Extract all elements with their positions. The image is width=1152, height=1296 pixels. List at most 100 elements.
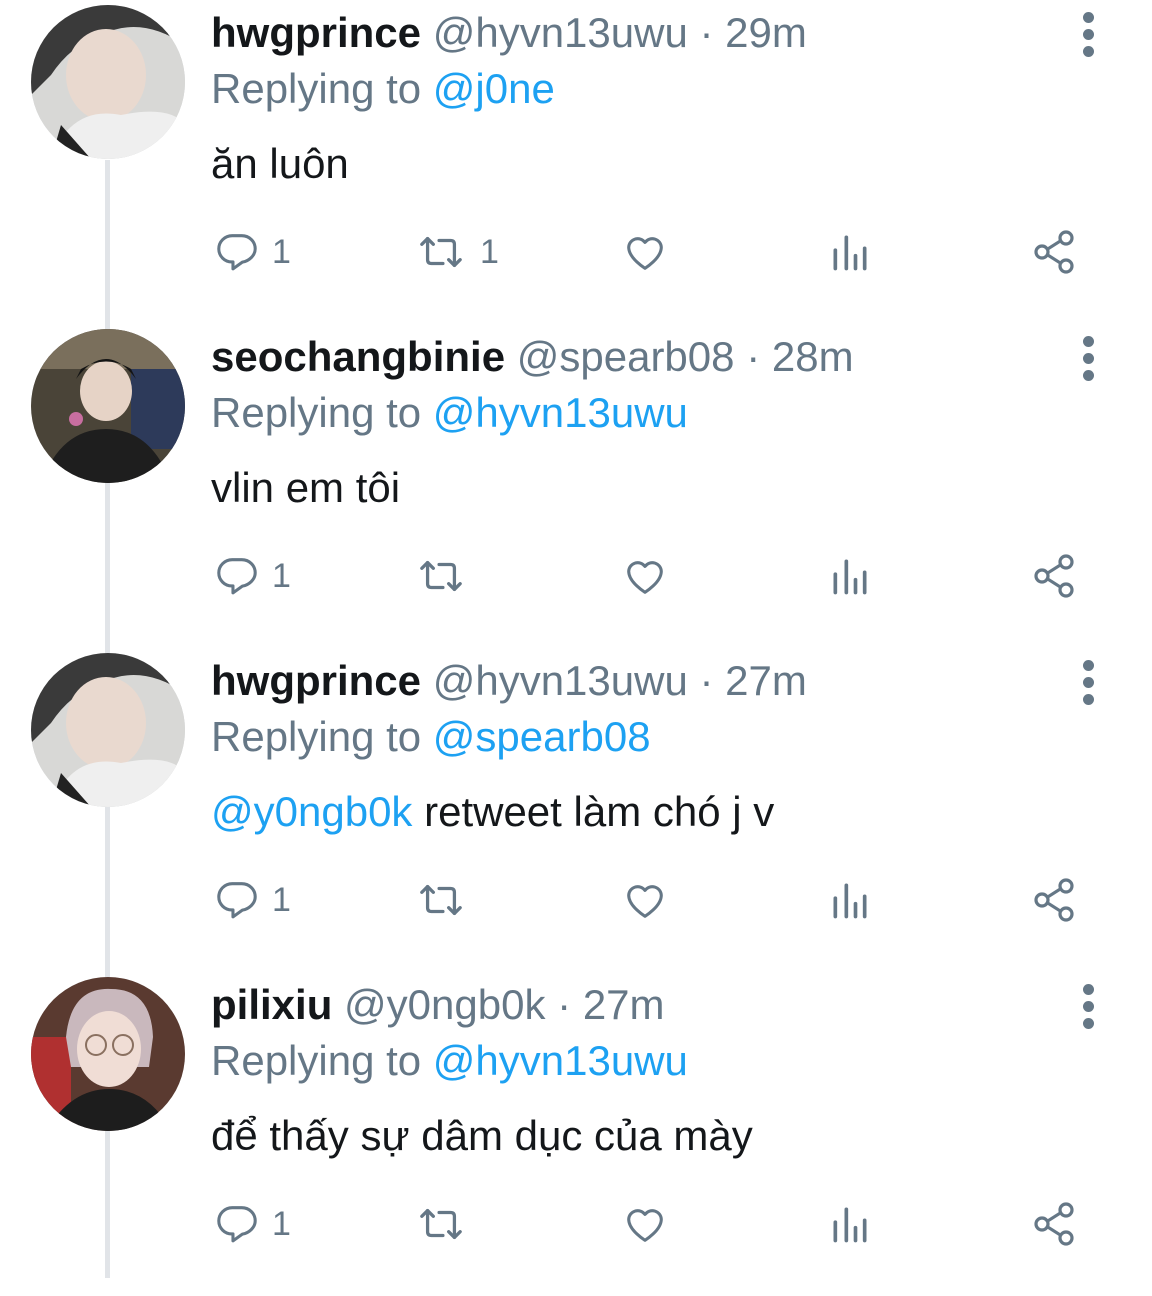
share-button[interactable] bbox=[1030, 1200, 1078, 1248]
tweet[interactable]: seochangbinie @spearb08 · 28m Replying t… bbox=[0, 324, 1152, 648]
reply-button[interactable]: 1 bbox=[214, 228, 291, 276]
reply-icon bbox=[217, 558, 257, 595]
replying-mention-link[interactable]: @j0ne bbox=[433, 65, 555, 112]
replying-mention-link[interactable]: @spearb08 bbox=[433, 713, 651, 760]
tweet[interactable]: hwgprince @hyvn13uwu · 27m Replying to @… bbox=[0, 648, 1152, 972]
stats-icon bbox=[833, 883, 867, 919]
avatar-photo bbox=[31, 653, 185, 807]
user-handle[interactable]: @spearb08 bbox=[517, 333, 735, 380]
like-button[interactable] bbox=[622, 228, 680, 276]
heart-icon bbox=[627, 237, 663, 270]
user-handle[interactable]: @y0ngb0k bbox=[344, 981, 545, 1028]
replying-label: Replying to bbox=[211, 1037, 422, 1084]
avatar-photo bbox=[31, 977, 185, 1131]
avatar[interactable] bbox=[31, 5, 185, 159]
retweet-count: 1 bbox=[480, 233, 499, 271]
replying-to: Replying to @spearb08 bbox=[211, 711, 651, 763]
display-name[interactable]: hwgprince bbox=[211, 9, 421, 56]
user-handle[interactable]: @hyvn13uwu bbox=[433, 657, 688, 704]
tweet[interactable]: pilixiu @y0ngb0k · 27m Replying to @hyvn… bbox=[0, 972, 1152, 1296]
more-vertical-icon[interactable] bbox=[1078, 660, 1098, 705]
heart-icon bbox=[627, 1209, 663, 1242]
tweet[interactable]: hwgprince @hyvn13uwu · 29m Replying to @… bbox=[0, 0, 1152, 324]
display-name[interactable]: seochangbinie bbox=[211, 333, 505, 380]
avatar[interactable] bbox=[31, 329, 185, 483]
reply-count: 1 bbox=[272, 881, 291, 919]
avatar-photo bbox=[31, 5, 185, 159]
retweet-button[interactable] bbox=[414, 876, 480, 924]
display-name[interactable]: hwgprince bbox=[211, 657, 421, 704]
retweet-icon bbox=[420, 1208, 462, 1240]
more-vertical-icon[interactable] bbox=[1078, 336, 1098, 381]
tweet-header: pilixiu @y0ngb0k · 27m bbox=[211, 980, 665, 1030]
reply-button[interactable]: 1 bbox=[214, 1200, 291, 1248]
timestamp[interactable]: 28m bbox=[772, 333, 854, 380]
replying-to: Replying to @hyvn13uwu bbox=[211, 387, 688, 439]
replying-label: Replying to bbox=[211, 713, 422, 760]
reply-count: 1 bbox=[272, 557, 291, 595]
tweet-header: hwgprince @hyvn13uwu · 29m bbox=[211, 8, 807, 58]
tweet-body: để thấy sự dâm dục của mày bbox=[211, 1112, 753, 1159]
like-button[interactable] bbox=[622, 876, 680, 924]
share-button[interactable] bbox=[1030, 228, 1078, 276]
stats-icon bbox=[833, 1207, 867, 1243]
text-mention-link[interactable]: @y0ngb0k bbox=[211, 788, 412, 835]
tweet-text: để thấy sự dâm dục của mày bbox=[211, 1109, 753, 1163]
stats-button[interactable] bbox=[828, 876, 872, 924]
reply-button[interactable]: 1 bbox=[214, 876, 291, 924]
avatar[interactable] bbox=[31, 977, 185, 1131]
like-button[interactable] bbox=[622, 1200, 680, 1248]
avatar-photo bbox=[31, 329, 185, 483]
replying-label: Replying to bbox=[211, 389, 422, 436]
retweet-icon bbox=[420, 236, 462, 268]
retweet-icon bbox=[420, 884, 462, 916]
heart-icon bbox=[627, 561, 663, 594]
timestamp[interactable]: 29m bbox=[725, 9, 807, 56]
display-name[interactable]: pilixiu bbox=[211, 981, 332, 1028]
replying-mention-link[interactable]: @hyvn13uwu bbox=[433, 1037, 688, 1084]
share-icon bbox=[1034, 878, 1074, 922]
share-button[interactable] bbox=[1030, 552, 1078, 600]
reply-icon bbox=[217, 234, 257, 271]
stats-button[interactable] bbox=[828, 1200, 872, 1248]
replying-label: Replying to bbox=[211, 65, 422, 112]
avatar[interactable] bbox=[31, 653, 185, 807]
timestamp[interactable]: 27m bbox=[583, 981, 665, 1028]
share-button[interactable] bbox=[1030, 876, 1078, 924]
retweet-button[interactable]: 1 bbox=[414, 228, 499, 276]
reply-icon bbox=[217, 1206, 257, 1243]
retweet-button[interactable] bbox=[414, 552, 480, 600]
reply-button[interactable]: 1 bbox=[214, 552, 291, 600]
tweet-header: seochangbinie @spearb08 · 28m bbox=[211, 332, 854, 382]
like-button[interactable] bbox=[622, 552, 680, 600]
retweet-button[interactable] bbox=[414, 1200, 480, 1248]
separator: · bbox=[746, 333, 761, 380]
stats-icon bbox=[833, 235, 867, 271]
replying-to: Replying to @j0ne bbox=[211, 63, 555, 115]
heart-icon bbox=[627, 885, 663, 918]
user-handle[interactable]: @hyvn13uwu bbox=[433, 9, 688, 56]
stats-button[interactable] bbox=[828, 552, 872, 600]
stats-button[interactable] bbox=[828, 228, 872, 276]
timestamp[interactable]: 27m bbox=[725, 657, 807, 704]
tweet-text: ăn luôn bbox=[211, 137, 349, 191]
separator: · bbox=[557, 981, 572, 1028]
tweet-body: vlin em tôi bbox=[211, 464, 401, 511]
reply-count: 1 bbox=[272, 233, 291, 271]
more-vertical-icon[interactable] bbox=[1078, 12, 1098, 57]
stats-icon bbox=[833, 559, 867, 595]
share-icon bbox=[1034, 230, 1074, 274]
tweet-text: @y0ngb0k retweet làm chó j v bbox=[211, 785, 774, 839]
tweet-text: vlin em tôi bbox=[211, 461, 400, 515]
reply-count: 1 bbox=[272, 1205, 291, 1243]
share-icon bbox=[1034, 554, 1074, 598]
more-vertical-icon[interactable] bbox=[1078, 984, 1098, 1029]
replying-mention-link[interactable]: @hyvn13uwu bbox=[433, 389, 688, 436]
tweet-header: hwgprince @hyvn13uwu · 27m bbox=[211, 656, 807, 706]
separator: · bbox=[699, 9, 714, 56]
replying-to: Replying to @hyvn13uwu bbox=[211, 1035, 688, 1087]
tweet-body: ăn luôn bbox=[211, 140, 349, 187]
retweet-icon bbox=[420, 560, 462, 592]
separator: · bbox=[699, 657, 714, 704]
tweet-body: retweet làm chó j v bbox=[412, 788, 775, 835]
